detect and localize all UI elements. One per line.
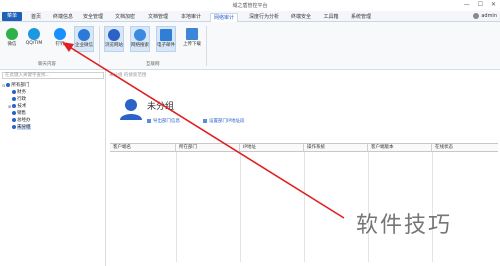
web-search-button[interactable]: 网络搜索 — [130, 26, 150, 52]
user-icon — [12, 125, 16, 129]
browser-icon — [108, 29, 120, 41]
ribbon-separator — [99, 26, 100, 66]
department-sidebar: 在此键入关键字查找... ⊟ 所有部门 财务 行政 ⊞ 技术 销售 总经办 未分… — [0, 70, 106, 266]
tree-item-all[interactable]: ⊟ 所有部门 — [2, 82, 29, 89]
tab-terminal-security[interactable]: 终端安全 — [288, 13, 314, 22]
tab-home[interactable]: 首页 — [26, 13, 46, 22]
tree-item-tech[interactable]: ⊞ 技术 — [8, 103, 26, 110]
column-divider — [176, 152, 177, 262]
tab-system[interactable]: 系统管理 — [348, 13, 374, 22]
tree-item-gm-office[interactable]: 总经办 — [12, 117, 31, 123]
internet-group-label: 互联网 — [146, 62, 160, 67]
column-ip[interactable]: IP地址 — [240, 144, 304, 152]
tab-local-audit[interactable]: 本地审计 — [178, 13, 204, 22]
title-bar: 域之盾管控平台 — ☐ ✕ — [0, 0, 500, 11]
tree-item-admin[interactable]: 行政 — [12, 96, 26, 102]
upload-download-icon — [186, 28, 198, 40]
tab-network-audit[interactable]: 网络审计 — [210, 13, 238, 22]
column-os[interactable]: 操作系统 — [304, 144, 368, 152]
wecom-icon — [78, 29, 90, 41]
menu-bar: 菜单 首页 终端信息 安全管理 文档加密 文档管理 本地审计 网络审计 深度行为… — [0, 11, 500, 22]
chat-group-label: 聊天内容 — [38, 62, 56, 67]
tree-item-sales[interactable]: 销售 — [12, 110, 26, 116]
wecom-button[interactable]: 企业微信 — [74, 26, 94, 52]
user-icon — [12, 97, 16, 101]
user-name: admin — [481, 13, 497, 19]
user-icon — [12, 90, 16, 94]
tree-item-ungrouped[interactable]: 未分组 — [12, 124, 31, 130]
search-globe-icon — [134, 29, 146, 41]
main-menu-button[interactable]: 菜单 — [2, 12, 22, 21]
user-avatar-icon — [473, 13, 480, 19]
maximize-icon[interactable]: ☐ — [478, 1, 483, 8]
user-icon — [12, 104, 17, 108]
tab-security[interactable]: 安全管理 — [80, 13, 106, 22]
main-search-input[interactable]: 未分组 的搜索范围 — [109, 72, 229, 79]
collapse-icon[interactable]: ⊟ — [2, 83, 5, 88]
set-ip-range-link[interactable]: 设置部门IP地址段 — [203, 118, 245, 124]
window-title: 域之盾管控平台 — [232, 3, 268, 9]
tab-doc-manage[interactable]: 文档管理 — [145, 13, 171, 22]
sidebar-search-input[interactable]: 在此键入关键字查找... — [2, 72, 104, 79]
client-table-header: 客户端名 所在部门 IP地址 操作系统 客户端版本 在线状态 — [110, 143, 498, 152]
user-menu[interactable]: admin — [473, 13, 497, 19]
user-icon — [12, 118, 16, 122]
group-avatar-icon — [120, 99, 142, 120]
expand-icon[interactable]: ⊞ — [8, 104, 11, 109]
column-divider — [240, 152, 241, 262]
dingtalk-icon — [54, 28, 66, 40]
tab-toolbox[interactable]: 工具箱 — [320, 13, 342, 22]
column-online-status[interactable]: 在线状态 — [432, 144, 498, 152]
department-icon — [6, 83, 11, 87]
export-icon — [147, 119, 151, 123]
wechat-icon — [6, 28, 18, 40]
email-icon — [160, 29, 172, 41]
ribbon-separator-2 — [206, 26, 207, 66]
ribbon-toolbar: 微信 QQ/TIM 钉钉 企业微信 聊天内容 浏览网站 网络搜索 电子邮件 上传… — [0, 22, 500, 70]
email-button[interactable]: 电子邮件 — [156, 26, 176, 52]
tab-behavior-analysis[interactable]: 深度行为分析 — [244, 13, 284, 22]
minimize-icon[interactable]: — — [464, 1, 470, 8]
column-client-name[interactable]: 客户端名 — [110, 144, 176, 152]
upload-download-button[interactable]: 上传下载 — [182, 26, 202, 52]
column-divider — [304, 152, 305, 262]
dingtalk-button[interactable]: 钉钉 — [50, 26, 70, 52]
column-client-version[interactable]: 客户端版本 — [368, 144, 432, 152]
group-title: 未分组 — [147, 102, 175, 112]
wechat-button[interactable]: 微信 — [2, 26, 22, 52]
tab-doc-encrypt[interactable]: 文档加密 — [112, 13, 138, 22]
watermark-text: 软件技巧 — [356, 213, 453, 238]
window-controls: — ☐ ✕ — [464, 1, 496, 8]
tab-terminal-info[interactable]: 终端信息 — [50, 13, 76, 22]
qq-button[interactable]: QQ/TIM — [24, 26, 44, 52]
qq-icon — [28, 28, 40, 40]
column-department[interactable]: 所在部门 — [176, 144, 240, 152]
tree-item-finance[interactable]: 财务 — [12, 89, 26, 95]
browse-web-button[interactable]: 浏览网站 — [104, 26, 124, 52]
user-icon — [12, 111, 16, 115]
export-department-link[interactable]: 导出部门信息 — [147, 118, 180, 124]
close-icon[interactable]: ✕ — [491, 1, 496, 8]
settings-icon — [203, 119, 207, 123]
